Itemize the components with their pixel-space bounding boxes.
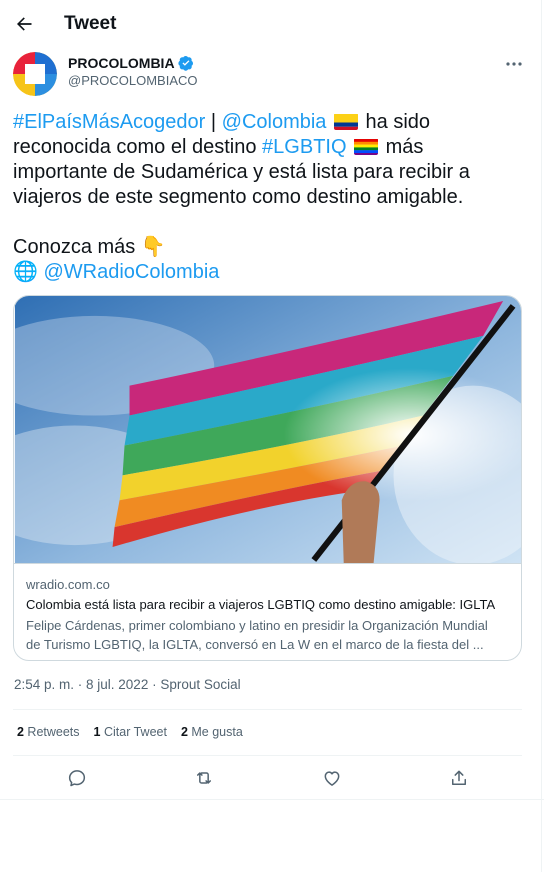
- retweets-label: Retweets: [23, 725, 80, 739]
- quotes-label: Citar Tweet: [100, 725, 167, 739]
- heart-icon: [324, 771, 340, 786]
- rainbow-flag-icon: [354, 138, 379, 155]
- retweets-stat[interactable]: 2 Retweets: [17, 725, 80, 739]
- share-button[interactable]: [447, 766, 471, 790]
- tweet-text-line: importante de Sudamérica y está lista pa…: [13, 161, 470, 183]
- like-button[interactable]: [320, 766, 344, 790]
- quotes-stat[interactable]: 1 Citar Tweet: [94, 725, 167, 739]
- author-name-text: PROCOLOMBIA: [68, 55, 175, 71]
- arrow-left-icon: [17, 17, 32, 31]
- tweet-header: Tweet: [0, 0, 544, 49]
- tweet-actions: [0, 762, 544, 794]
- mention-link[interactable]: @WRadioColombia: [43, 261, 219, 283]
- likes-stat[interactable]: 2 Me gusta: [181, 725, 243, 739]
- divider: [13, 709, 522, 710]
- card-description: Felipe Cárdenas, primer colombiano y lat…: [26, 616, 516, 654]
- colombia-flag-icon: [334, 113, 358, 130]
- tweet-text-fragment: reconocida como el destino: [13, 136, 263, 158]
- reply-button[interactable]: [65, 766, 89, 790]
- page-title: Tweet: [64, 13, 117, 34]
- avatar[interactable]: [13, 52, 57, 96]
- card-description-line: de Turismo LGBTIQ, la IGLTA, conversó en…: [26, 637, 484, 652]
- tweet-text-line: Conozca más 👇: [13, 236, 166, 258]
- tweet-stats: 2 Retweets 1 Citar Tweet 2 Me gusta: [17, 725, 243, 739]
- card-domain: wradio.com.co: [26, 577, 110, 592]
- tweet-timestamp[interactable]: 2:54 p. m. · 8 jul. 2022 · Sprout Social: [14, 677, 241, 692]
- divider: [13, 755, 522, 756]
- hashtag-link[interactable]: #ElPaísMásAcogedor: [13, 111, 205, 133]
- card-image: [14, 296, 521, 564]
- quotes-count: 1: [93, 725, 101, 739]
- back-button[interactable]: [12, 12, 36, 36]
- author-name[interactable]: PROCOLOMBIA: [68, 55, 194, 71]
- divider: [0, 799, 544, 800]
- card-description-line: Felipe Cárdenas, primer colombiano y lat…: [26, 618, 488, 633]
- retweets-count: 2: [17, 725, 24, 739]
- link-preview-card[interactable]: wradio.com.co Colombia está lista para r…: [13, 295, 522, 661]
- tweet-text-line: viajeros de este segmento como destino a…: [13, 186, 464, 208]
- retweet-icon: [197, 772, 211, 784]
- author-handle[interactable]: @PROCOLOMBIACO: [68, 73, 198, 88]
- likes-count: 2: [180, 725, 188, 739]
- reply-icon: [68, 770, 86, 787]
- retweet-button[interactable]: [192, 766, 216, 790]
- globe-icon: 🌐: [13, 261, 38, 283]
- tweet-text: #ElPaísMásAcogedor | @Colombia ha sido r…: [13, 110, 528, 285]
- tweet-text-fragment: más: [380, 136, 424, 158]
- procolombia-logo-icon: [13, 52, 57, 96]
- separator-text: |: [205, 111, 222, 133]
- more-dots-icon: [506, 62, 522, 66]
- hashtag-link[interactable]: #LGBTIQ: [262, 136, 346, 158]
- likes-label: Me gusta: [187, 725, 243, 739]
- more-options-button[interactable]: [502, 54, 526, 74]
- card-title: Colombia está lista para recibir a viaje…: [26, 597, 496, 612]
- tweet-text-fragment: ha sido: [360, 111, 431, 133]
- column-border: [541, 0, 542, 872]
- share-icon: [452, 770, 466, 785]
- verified-badge-icon: [177, 56, 193, 71]
- mention-link[interactable]: @Colombia: [222, 111, 327, 133]
